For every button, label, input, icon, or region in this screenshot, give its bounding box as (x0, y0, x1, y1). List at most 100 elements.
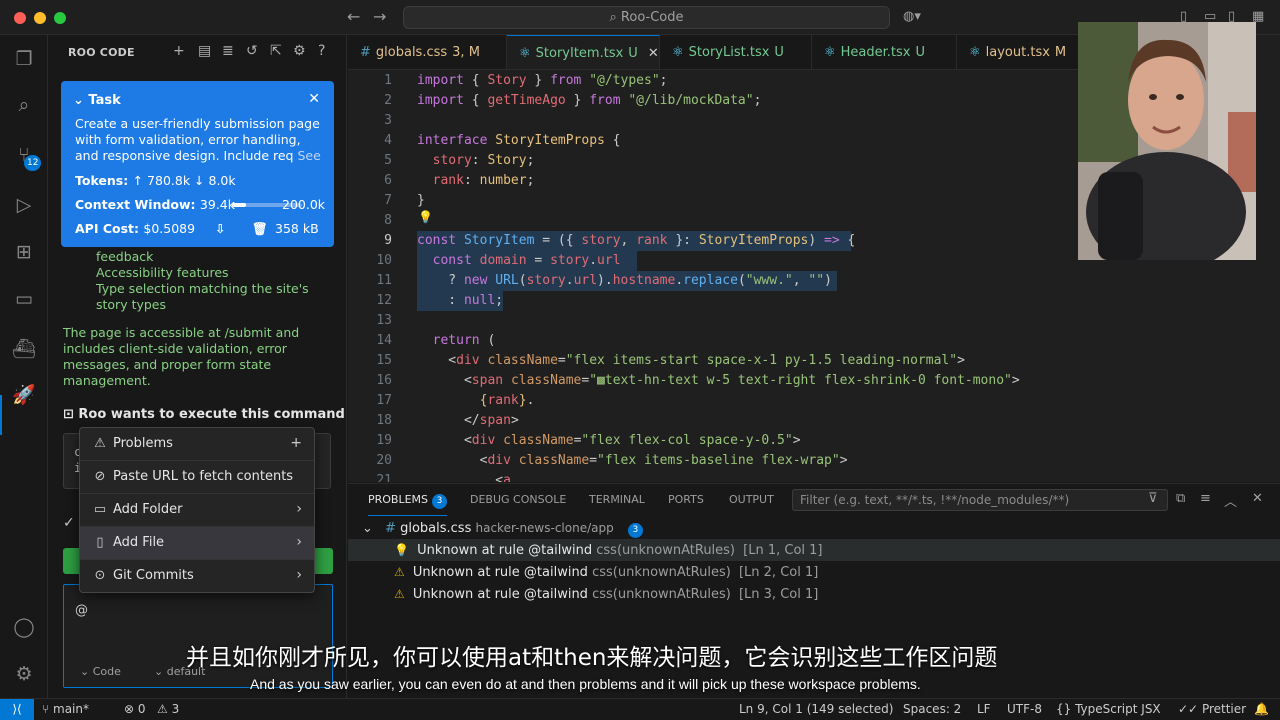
forward-arrow-icon[interactable]: → (373, 7, 386, 26)
maximize-panel-icon[interactable]: ︿ (1224, 491, 1237, 510)
history-icon[interactable]: ↺ (246, 43, 258, 59)
line-number: 19 (376, 433, 392, 448)
collapse-all-icon[interactable]: ⧉ (1176, 491, 1185, 506)
remote-indicator-icon[interactable]: ⟩⟨ (0, 699, 34, 720)
menu-item-add-folder[interactable]: ▭ Add Folder › (80, 494, 314, 527)
close-task-icon[interactable]: ✕ (308, 91, 320, 107)
menu-item-paste-url[interactable]: ⊘ Paste URL to fetch contents (80, 461, 314, 494)
chat-input-value: @ (75, 603, 88, 618)
account-icon[interactable]: ◯ (12, 615, 36, 639)
group-count-badge: 3 (627, 523, 643, 538)
context-progress-fill (232, 203, 246, 207)
menu-item-git-commits[interactable]: ⊙ Git Commits › (80, 560, 314, 592)
settings-icon[interactable]: ⚙ (293, 43, 306, 59)
close-panel-icon[interactable]: ✕ (1252, 491, 1263, 506)
search-icon[interactable]: ⌕ (12, 93, 36, 117)
panel-tab-ports[interactable]: PORTS (668, 493, 704, 506)
language-status[interactable]: {} TypeScript JSX (1056, 702, 1161, 716)
maximize-window-button[interactable] (54, 12, 66, 24)
remote-explorer-icon[interactable]: ▭ (12, 287, 36, 311)
popout-icon[interactable]: ⇱ (270, 43, 282, 59)
command-center-search[interactable]: ⌕ Roo-Code (403, 6, 890, 29)
problem-row[interactable]: ⚠ Unknown at rule @tailwind css(unknownA… (348, 561, 1280, 583)
eol-status[interactable]: LF (977, 702, 991, 716)
branch-status[interactable]: ⑂ main* (42, 702, 89, 716)
errors-status[interactable]: ⊗ 0 (124, 702, 146, 716)
line-number: 16 (376, 373, 392, 388)
task-description: Create a user-friendly submission page w… (75, 116, 325, 164)
css-file-icon: # (360, 45, 371, 60)
settings-gear-icon[interactable]: ⚙ (12, 662, 36, 686)
plus-icon: + (290, 435, 302, 451)
task-card: ⌄ Task ✕ Create a user-friendly submissi… (61, 81, 334, 247)
indentation-status[interactable]: Spaces: 2 (903, 702, 961, 716)
close-tab-icon[interactable]: ✕ (648, 46, 659, 61)
list-item: feedback (96, 249, 154, 264)
minimize-window-button[interactable] (34, 12, 46, 24)
menu-item-problems[interactable]: ⚠ Problems + (80, 428, 314, 461)
problem-row[interactable]: ⚠ Unknown at rule @tailwind css(unknownA… (348, 583, 1280, 605)
copilot-icon[interactable]: ◍▾ (903, 9, 921, 24)
chevron-down-icon: ⌄ (362, 521, 373, 536)
line-number: 17 (376, 393, 392, 408)
problems-count-badge: 3 (432, 494, 448, 509)
close-window-button[interactable] (14, 12, 26, 24)
problems-group-row[interactable]: ⌄ # globals.css hacker-news-clone/app 3 (348, 517, 1280, 539)
code-line: import { getTimeAgo } from "@/lib/mockDa… (417, 93, 762, 108)
task-header[interactable]: ⌄ Task (73, 93, 121, 108)
encoding-status[interactable]: UTF-8 (1007, 702, 1042, 716)
editor-tabs: # globals.css 3, M ⚛ StoryItem.tsx U ✕ ⚛ Story… (348, 35, 1078, 70)
cursor-position-status[interactable]: Ln 9, Col 1 (149 selected) (739, 702, 893, 716)
run-debug-icon[interactable]: ▷ (12, 193, 36, 217)
formatter-status[interactable]: ✓✓ Prettier (1178, 702, 1246, 716)
prompts-icon[interactable]: ▤ (198, 43, 211, 59)
tab-storyitem-tsx[interactable]: ⚛ StoryItem.tsx U ✕ (507, 35, 660, 69)
code-line: <div className="flex flex-col space-y-0.… (417, 433, 801, 448)
warnings-status[interactable]: ⚠ 3 (157, 702, 179, 716)
mode-selector[interactable]: ⌄ Code (80, 665, 121, 678)
tab-layout-tsx[interactable]: ⚛ layout.tsx M (957, 35, 1078, 69)
braces-icon: {} (1056, 702, 1076, 716)
completion-message: The page is accessible at /submit and in… (63, 325, 300, 388)
chevron-right-icon: › (296, 567, 302, 583)
panel-tab-problems[interactable]: PROBLEMS 3 (368, 493, 448, 516)
warning-icon: ⚠ (94, 436, 106, 451)
source-control-badge: 12 (24, 155, 42, 171)
roo-code-rocket-icon[interactable]: 🚀 (12, 383, 36, 407)
mcp-servers-icon[interactable]: ≣ (222, 43, 234, 59)
status-bar: ⟩⟨ ⑂ main* ⊗ 0 ⚠ 3 Ln 9, Col 1 (149 sele… (0, 698, 1280, 720)
menu-item-add-file[interactable]: ▯ Add File › (80, 527, 314, 560)
new-task-icon[interactable]: + (173, 43, 185, 59)
problem-row[interactable]: 💡 Unknown at rule @tailwind css(unknownA… (348, 539, 1280, 561)
tab-globals-css[interactable]: # globals.css 3, M (348, 35, 507, 69)
docker-icon[interactable]: ⛴ (12, 337, 36, 361)
explorer-icon[interactable]: ❐ (12, 47, 36, 71)
filter-icon[interactable]: ⊽ (1148, 491, 1158, 506)
panel-tab-terminal[interactable]: TERMINAL (589, 493, 645, 506)
auto-approve-check-icon[interactable]: ✓ (63, 515, 75, 531)
view-as-list-icon[interactable]: ≡ (1200, 491, 1211, 506)
line-number: 9 (384, 233, 392, 248)
code-line: <a (417, 473, 511, 482)
panel-tab-debug-console[interactable]: DEBUG CONSOLE (470, 493, 566, 506)
export-icon[interactable]: ⇩ (215, 221, 225, 236)
help-icon[interactable]: ? (318, 43, 325, 59)
code-line: return ( (432, 333, 496, 348)
extensions-icon[interactable]: ⊞ (12, 240, 36, 264)
chat-input[interactable]: @ ⌄ Code ⌄ default (63, 584, 333, 688)
api-cost-row: API Cost: $0.5089 (75, 221, 196, 236)
tab-header-tsx[interactable]: ⚛ Header.tsx U (812, 35, 957, 69)
problems-filter-input[interactable]: Filter (e.g. text, **/*.ts, !**/node_mod… (792, 489, 1168, 511)
back-arrow-icon[interactable]: ← (347, 7, 360, 26)
code-editor[interactable]: 1 2 3 4 5 6 7 8 9 10 11 12 13 14 15 16 17 18 19 20 21 import… (348, 70, 1078, 482)
line-number: 6 (384, 173, 392, 188)
lightbulb-icon[interactable]: 💡 (418, 210, 433, 224)
notifications-bell-icon[interactable]: 🔔 (1254, 702, 1269, 716)
activity-bar: ❐ ⌕ ⑂ 12 ▷ ⊞ ▭ ⛴ 🚀 ◯ ⚙ (0, 35, 48, 698)
code-line: <div className="flex items-baseline flex… (417, 453, 848, 468)
panel-tab-output[interactable]: OUTPUT (729, 493, 774, 506)
tab-storylist-tsx[interactable]: ⚛ StoryList.tsx U (660, 35, 812, 69)
delete-task-icon[interactable]: 🗑 (252, 221, 268, 237)
lightbulb-icon[interactable]: 💡 (394, 543, 409, 557)
line-number: 2 (384, 93, 392, 108)
